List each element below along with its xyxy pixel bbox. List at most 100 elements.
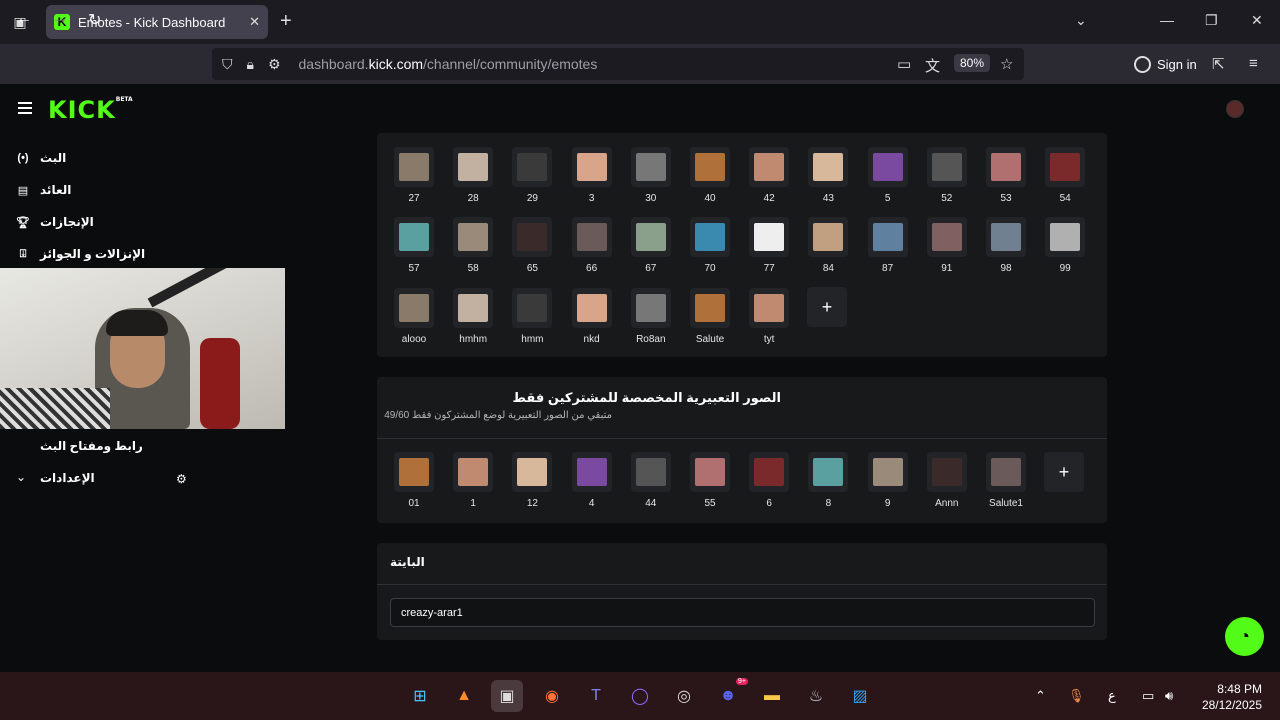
url-text[interactable]: dashboard.kick.com/channel/community/emo…	[299, 56, 598, 72]
emote-item[interactable]: 55	[690, 452, 730, 509]
emote-item[interactable]: 66	[571, 217, 612, 274]
windows-start-icon[interactable]: ⊞	[404, 680, 436, 712]
emote-item[interactable]: tyt	[749, 288, 790, 345]
steam-icon[interactable]: ♨	[800, 680, 832, 712]
add-emote-button[interactable]: +	[807, 287, 847, 327]
network-icon[interactable]: ▭	[1142, 688, 1154, 704]
close-tab-icon[interactable]: ✕	[249, 14, 260, 30]
emote-image	[571, 147, 612, 187]
emote-item[interactable]: 44	[630, 452, 671, 509]
obs-icon[interactable]: ◎	[668, 680, 700, 712]
kick-logo[interactable]: KICKBETA	[48, 96, 133, 124]
emote-image	[808, 217, 849, 257]
emote-item[interactable]: 42	[749, 147, 790, 204]
emote-item[interactable]: 54	[1045, 147, 1086, 204]
sidebar-item-achievements[interactable]: 🏆︎ الإنجازات	[16, 215, 94, 229]
emote-item[interactable]: Salute1	[986, 452, 1026, 509]
teams-icon[interactable]: T	[580, 680, 612, 712]
browser-tab[interactable]: K Emotes - Kick Dashboard ✕	[46, 5, 268, 39]
emote-item[interactable]: 4	[571, 452, 612, 509]
emote-item[interactable]: 30	[630, 147, 671, 204]
emote-item[interactable]: 9	[867, 452, 908, 509]
emote-image	[690, 288, 730, 328]
firefox-icon[interactable]: ◉	[536, 680, 568, 712]
emote-item[interactable]: 77	[749, 217, 790, 274]
emote-item[interactable]: Salute	[690, 288, 730, 345]
extensions-icon[interactable]: ⇱	[1212, 55, 1225, 73]
permissions-icon[interactable]: ⚙	[268, 56, 281, 73]
app-a-icon[interactable]: ▲	[448, 680, 480, 712]
sign-in-button[interactable]: Sign in	[1126, 48, 1205, 80]
emote-item[interactable]: 53	[986, 147, 1026, 204]
emote-item[interactable]: Ro8an	[630, 288, 671, 345]
tab-dropdown-icon[interactable]: ⌄	[1075, 12, 1087, 29]
restore-icon[interactable]: ❐	[1205, 12, 1218, 29]
emote-item[interactable]: alooo	[394, 288, 434, 345]
gear-icon[interactable]: ⚙	[176, 472, 187, 486]
emote-item[interactable]: 12	[512, 452, 553, 509]
minimize-icon[interactable]: —	[1160, 12, 1174, 28]
emote-item[interactable]: 5	[867, 147, 908, 204]
photos-icon[interactable]: ▨	[844, 680, 876, 712]
sidebar-item-stream-key[interactable]: رابط ومفتاح البث	[40, 439, 143, 453]
menu-icon[interactable]: ≡	[1249, 55, 1258, 72]
emote-item[interactable]: 8	[808, 452, 849, 509]
translate-icon[interactable]: 文	[925, 55, 940, 76]
emote-item[interactable]: 01	[394, 452, 434, 509]
emote-item[interactable]: 70	[690, 217, 730, 274]
reload-icon[interactable]: ↻	[88, 10, 101, 30]
sidebar-item-settings[interactable]: الإعدادات	[40, 471, 95, 485]
emote-item[interactable]: hmhm	[453, 288, 494, 345]
emote-item[interactable]: 43	[808, 147, 849, 204]
emote-item[interactable]: 99	[1045, 217, 1086, 274]
emote-item[interactable]: 28	[453, 147, 494, 204]
emote-item[interactable]: 40	[690, 147, 730, 204]
emote-item[interactable]: 57	[394, 217, 434, 274]
bookmark-star-icon[interactable]: ☆	[1000, 55, 1013, 73]
emote-item[interactable]: 6	[749, 452, 790, 509]
hamburger-menu-icon[interactable]	[18, 102, 32, 117]
microphone-icon[interactable]: 🎙︎	[1068, 688, 1085, 704]
emote-item[interactable]: 27	[394, 147, 434, 204]
zoom-level[interactable]: 80%	[954, 54, 991, 72]
close-window-icon[interactable]: ✕	[1251, 12, 1263, 29]
emote-item[interactable]: 67	[630, 217, 671, 274]
emote-item[interactable]: 29	[512, 147, 553, 204]
emote-item[interactable]: 58	[453, 217, 494, 274]
user-avatar[interactable]	[1226, 100, 1244, 118]
emote-item[interactable]: nkd	[571, 288, 612, 345]
discord-icon[interactable]: ☻ 9+	[712, 678, 748, 712]
shield-icon[interactable]: ⛉	[222, 56, 233, 73]
terminal-icon[interactable]: ▣	[491, 680, 523, 712]
input-language[interactable]: ع	[1108, 688, 1116, 704]
help-chat-button[interactable]: ◔	[1225, 617, 1264, 656]
sidebar-item-drops[interactable]: ⍗ الإنزالات و الجوائز	[16, 247, 145, 261]
emote-item[interactable]: hmm	[512, 288, 553, 345]
emote-item[interactable]: 65	[512, 217, 553, 274]
bait-input[interactable]: creazy-arar1	[390, 598, 1095, 627]
emote-item[interactable]: 87	[867, 217, 908, 274]
new-tab-icon[interactable]: +	[280, 10, 292, 33]
circle-app-icon[interactable]: ◯	[624, 680, 656, 712]
forward-icon[interactable]: →	[52, 10, 68, 28]
emote-item[interactable]: 3	[571, 147, 612, 204]
emote-item[interactable]: 91	[926, 217, 967, 274]
emote-item[interactable]: 98	[986, 217, 1026, 274]
chevron-down-icon[interactable]: ⌄	[16, 470, 26, 484]
emote-item[interactable]: 84	[808, 217, 849, 274]
emote-item[interactable]: 52	[926, 147, 967, 204]
emote-item[interactable]: Annn	[926, 452, 967, 509]
sidebar-item-revenue[interactable]: ▤ العائد	[16, 183, 72, 197]
file-explorer-icon[interactable]: ▬	[756, 680, 788, 712]
back-icon[interactable]: ←	[16, 10, 32, 28]
sidebar-item-stream[interactable]: (•) البث	[16, 151, 66, 165]
clock[interactable]: 8:48 PM 28/12/2025	[1200, 681, 1262, 713]
reader-view-icon[interactable]: ▭	[897, 55, 911, 73]
add-subscriber-emote-button[interactable]: +	[1044, 452, 1084, 492]
chevron-up-icon[interactable]: ⌃	[1035, 688, 1046, 704]
emote-item[interactable]: 1	[453, 452, 494, 509]
lock-icon[interactable]: 🔒︎	[247, 56, 254, 73]
volume-icon[interactable]: 🔊︎	[1165, 688, 1173, 704]
emote-image	[512, 147, 553, 187]
broadcast-icon: (•)	[17, 152, 29, 164]
